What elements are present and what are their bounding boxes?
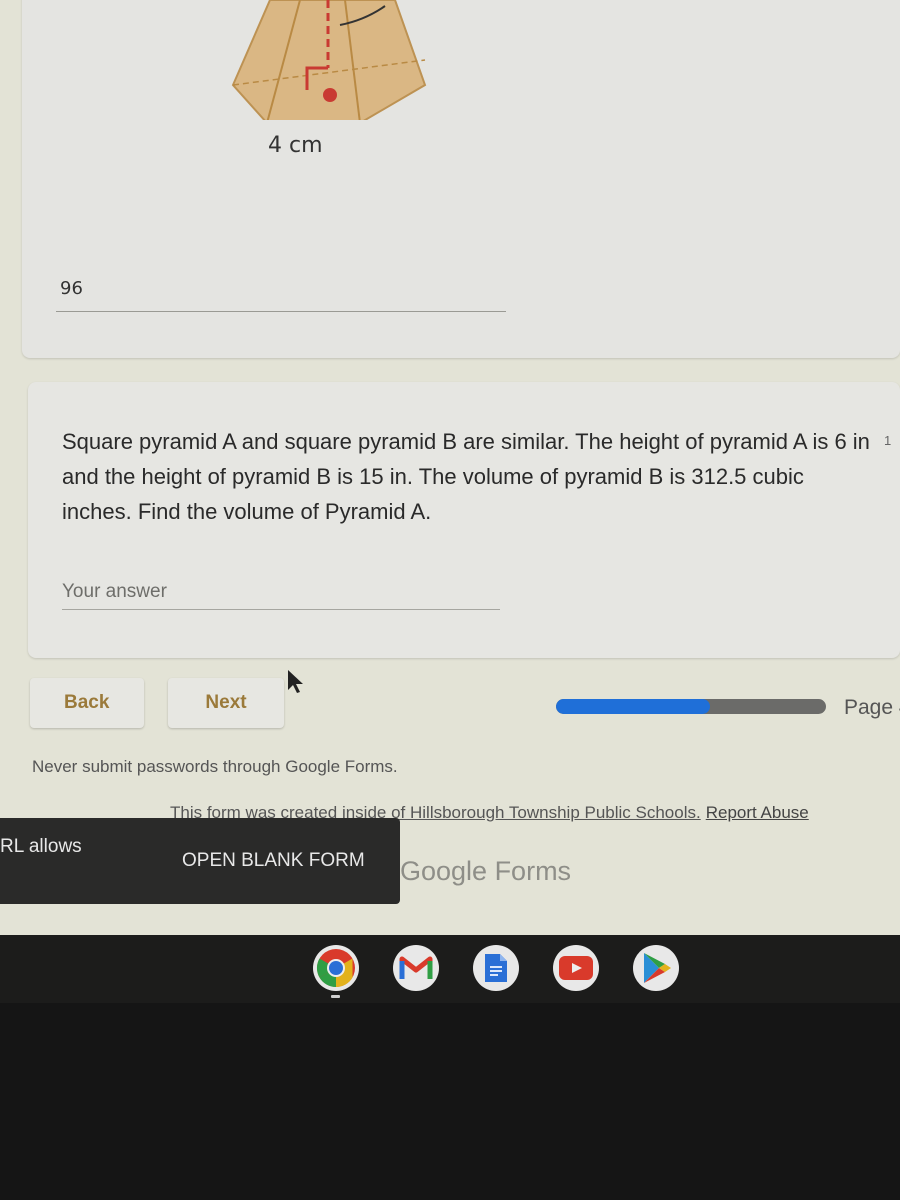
gmail-app[interactable] [393, 945, 439, 991]
page-indicator: Page 4 [844, 696, 900, 719]
previous-question-card [22, 0, 900, 358]
question-text: Square pyramid A and square pyramid B ar… [62, 429, 870, 524]
previous-answer-value[interactable]: 96 [60, 278, 83, 299]
required-marker: 1 [884, 433, 892, 448]
next-button[interactable]: Next [168, 678, 284, 728]
chrome-icon [316, 949, 355, 988]
snackbar-message: RL allows [0, 836, 82, 857]
docs-icon [485, 954, 507, 982]
gmail-icon [399, 956, 433, 979]
youtube-app[interactable] [553, 945, 599, 991]
report-abuse-link[interactable]: Report Abuse [706, 803, 809, 822]
docs-app[interactable] [473, 945, 519, 991]
play-store-app[interactable] [633, 945, 679, 991]
password-warning: Never submit passwords through Google Fo… [32, 757, 398, 776]
mouse-cursor-icon [288, 670, 303, 693]
chrome-active-indicator [331, 995, 340, 998]
app-launcher-bar [0, 935, 900, 1003]
back-button[interactable]: Back [30, 678, 144, 728]
previous-answer-underline [56, 311, 506, 312]
youtube-icon [559, 956, 593, 980]
google-forms-logo[interactable]: Google Forms [400, 856, 571, 887]
open-blank-form-button[interactable]: OPEN BLANK FORM [182, 850, 365, 872]
progress-bar [556, 699, 826, 714]
answer-input[interactable] [62, 575, 500, 610]
progress-fill [556, 699, 710, 714]
pentagonal-pyramid-figure [231, 0, 427, 120]
chrome-app[interactable] [313, 945, 359, 991]
play-store-icon [644, 953, 671, 983]
figure-dimension-label: 4 cm [268, 133, 323, 158]
